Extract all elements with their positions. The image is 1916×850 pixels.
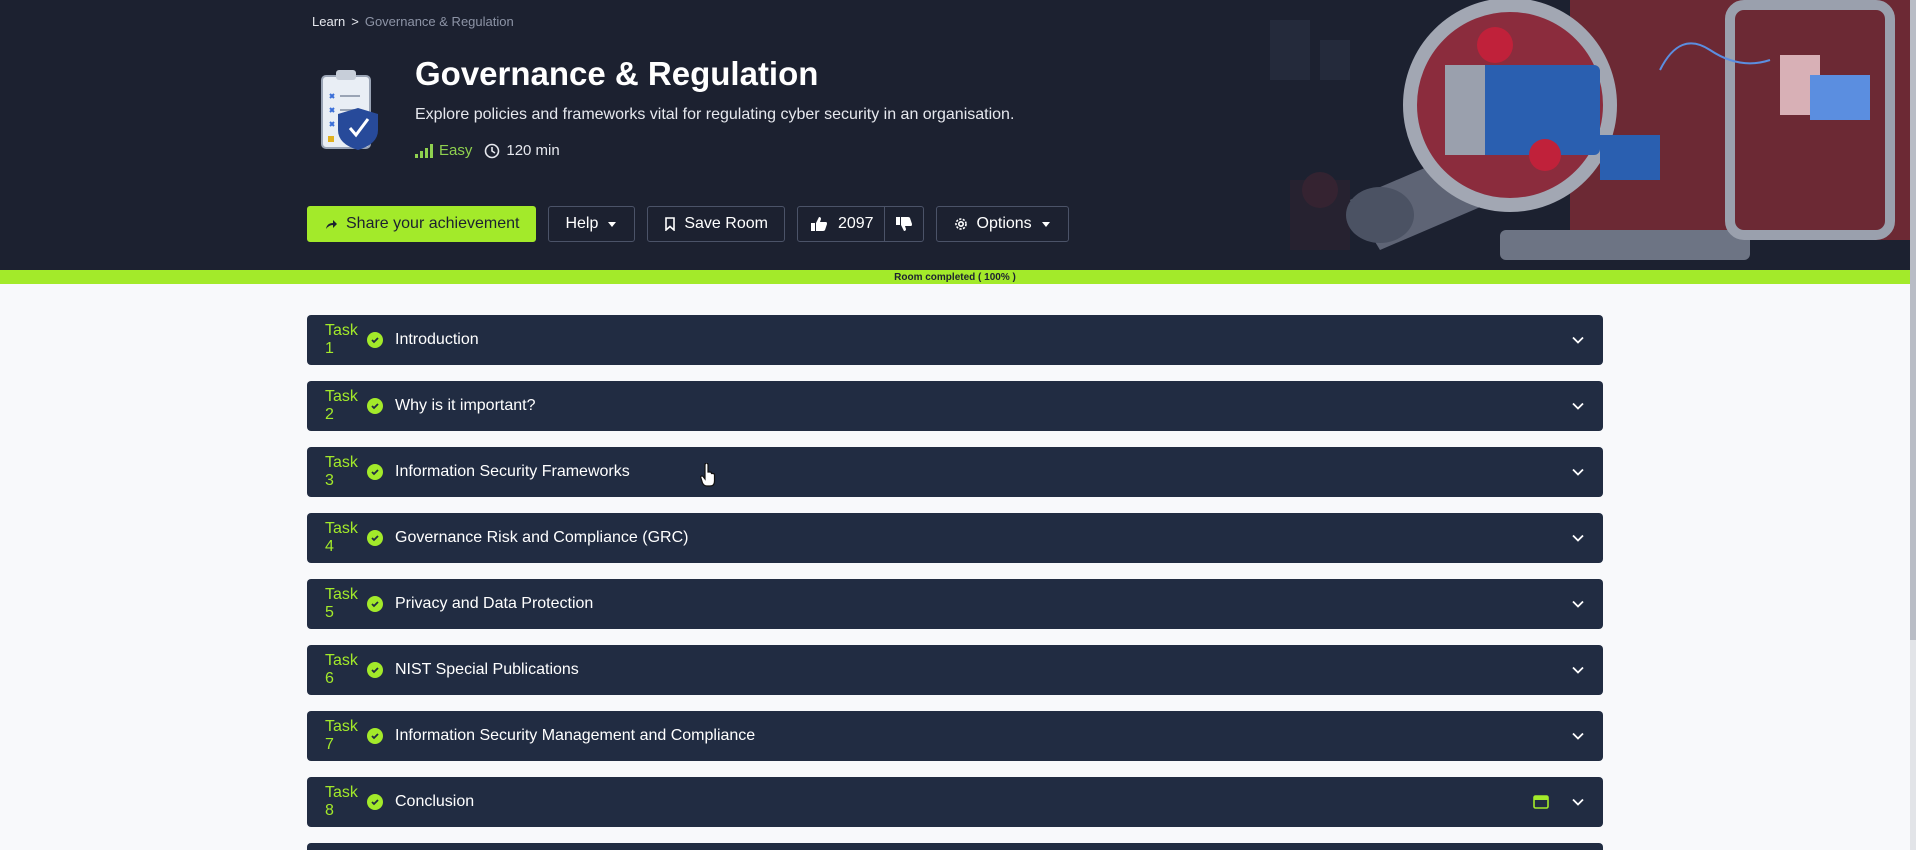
check-circle-icon [367,728,383,744]
chevron-down-icon[interactable] [1571,333,1585,347]
vote-group: 2097 [796,206,924,242]
save-room-button[interactable]: Save Room [647,206,785,242]
task-number: Task 6 [325,652,358,687]
task-title: Conclusion [395,793,475,810]
task-row[interactable]: Task 4 Governance Risk and Compliance (G… [307,513,1603,563]
share-achievement-label: Share your achievement [346,215,520,232]
downvote-button[interactable] [885,207,923,241]
breadcrumb-learn-link[interactable]: Learn [312,14,345,29]
upvote-count: 2097 [837,215,874,232]
task-title: Information Security Frameworks [395,463,630,480]
page-scrollbar[interactable] [1910,0,1916,850]
task-row[interactable]: Task 7 Information Security Management a… [307,711,1603,761]
scrollbar-thumb[interactable] [1910,0,1916,640]
signal-bars-icon [415,143,433,158]
task-list: Task 1 Introduction Task 2 Why is it imp… [307,315,1603,850]
thumbs-up-icon [810,217,827,231]
room-actions: Share your achievement Help Save Room 20… [307,206,1069,242]
chevron-down-icon[interactable] [1571,597,1585,611]
chevron-down-icon[interactable] [1571,795,1585,809]
upvote-button[interactable]: 2097 [798,207,885,241]
difficulty-badge: Easy [415,142,472,159]
caret-down-icon [1041,222,1050,227]
page-title: Governance & Regulation [415,55,819,92]
options-label: Options [976,215,1032,232]
help-label: Help [565,215,599,232]
browser-window-icon[interactable] [1533,794,1549,810]
caret-down-icon [608,222,617,227]
task-row[interactable]: Task 2 Why is it important? [307,381,1603,431]
task-number: Task 3 [325,454,358,489]
check-circle-icon [367,398,383,414]
save-room-label: Save Room [684,215,768,232]
task-title: Introduction [395,331,479,348]
gear-icon [954,218,967,230]
check-circle-icon [367,332,383,348]
task-number: Task 1 [325,322,358,357]
task-title: NIST Special Publications [395,661,579,678]
thumbs-down-icon [895,217,912,231]
task-row[interactable]: Task 8 Conclusion [307,777,1603,827]
room-clipboard-icon [321,70,378,150]
task-title: Why is it important? [395,397,536,414]
chevron-down-icon[interactable] [1571,729,1585,743]
breadcrumb-separator: > [351,14,359,29]
room-header: Learn > Governance & Regulation Governan… [0,0,1910,270]
task-number: Task 8 [325,784,358,819]
progress-label: Room completed ( 100% ) [894,271,1016,283]
check-circle-icon [367,794,383,810]
task-number: Task 4 [325,520,358,555]
task-row[interactable]: Task 6 NIST Special Publications [307,645,1603,695]
duration-info: 120 min [484,142,560,159]
help-dropdown-button[interactable]: Help [548,206,636,242]
hero-illustration [1210,0,1910,270]
duration-label: 120 min [506,142,560,159]
task-title: Governance Risk and Compliance (GRC) [395,529,689,546]
task-row-partial [307,843,1603,850]
clock-icon [485,143,500,158]
task-number: Task 2 [325,388,358,423]
check-circle-icon [367,530,383,546]
share-icon [326,220,337,229]
difficulty-label: Easy [439,142,473,159]
room-progress-bar: Room completed ( 100% ) [0,270,1910,284]
check-circle-icon [367,464,383,480]
chevron-down-icon[interactable] [1571,531,1585,545]
share-achievement-button[interactable]: Share your achievement [307,206,537,242]
room-description: Explore policies and frameworks vital fo… [415,106,1015,123]
check-circle-icon [367,662,383,678]
task-row[interactable]: Task 3 Information Security Frameworks [307,447,1603,497]
task-title: Information Security Management and Comp… [395,727,756,744]
bookmark-icon [665,217,676,231]
chevron-down-icon[interactable] [1571,663,1585,677]
task-number: Task 7 [325,718,358,753]
chevron-down-icon[interactable] [1571,465,1585,479]
task-number: Task 5 [325,586,358,621]
options-dropdown-button[interactable]: Options [935,206,1069,242]
check-circle-icon [367,596,383,612]
task-row[interactable]: Task 5 Privacy and Data Protection [307,579,1603,629]
breadcrumb-current: Governance & Regulation [364,14,514,29]
task-row[interactable]: Task 1 Introduction [307,315,1603,365]
chevron-down-icon[interactable] [1571,399,1585,413]
hand-cursor-icon [700,463,716,487]
task-title: Privacy and Data Protection [395,595,594,612]
room-meta: Easy 120 min [415,142,560,159]
breadcrumb: Learn > Governance & Regulation [312,14,514,29]
